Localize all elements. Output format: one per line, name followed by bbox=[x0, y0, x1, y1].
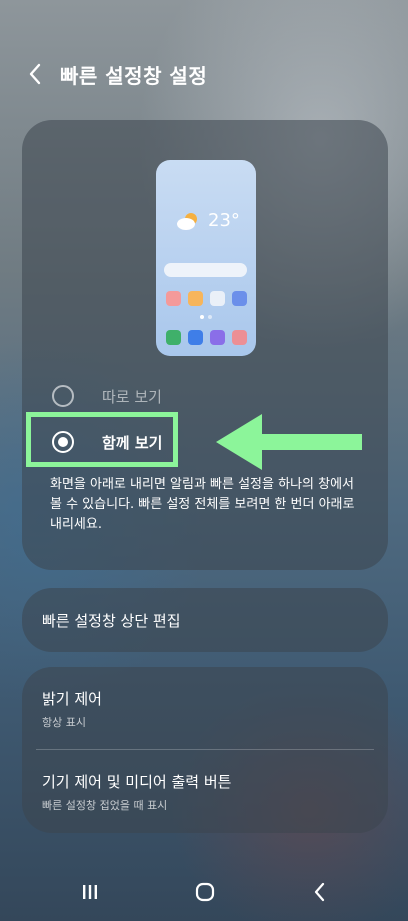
app-icon bbox=[188, 291, 203, 306]
app-icon bbox=[232, 330, 247, 345]
edit-top-panel-row[interactable]: 빠른 설정창 상단 편집 bbox=[22, 588, 388, 652]
app-icon bbox=[166, 330, 181, 345]
back-button[interactable] bbox=[28, 56, 54, 92]
search-bar-preview bbox=[164, 263, 247, 277]
back-icon bbox=[314, 882, 325, 902]
preview-image: 23° bbox=[156, 160, 256, 356]
page-indicator bbox=[208, 315, 212, 319]
back-nav-button[interactable] bbox=[300, 872, 340, 912]
option-together[interactable]: 함께 보기 bbox=[52, 431, 162, 453]
description-text: 화면을 아래로 내리면 알림과 빠른 설정을 하나의 창에서 볼 수 있습니다.… bbox=[50, 477, 355, 532]
divider bbox=[36, 749, 374, 750]
sun-cloud-icon bbox=[177, 212, 197, 230]
device-media-title: 기기 제어 및 미디어 출력 버튼 bbox=[42, 773, 232, 791]
app-icon bbox=[188, 330, 203, 345]
controls-card: 밝기 제어 항상 표시 기기 제어 및 미디어 출력 버튼 빠른 설정창 접었을… bbox=[22, 667, 388, 833]
device-media-subtitle: 빠른 설정창 접었을 때 표시 bbox=[42, 799, 168, 812]
option-separate[interactable]: 따로 보기 bbox=[52, 385, 162, 407]
chevron-left-icon bbox=[29, 63, 41, 85]
edit-top-panel-label: 빠른 설정창 상단 편집 bbox=[42, 611, 181, 630]
app-icon bbox=[210, 291, 225, 306]
navigation-bar bbox=[0, 872, 408, 912]
brightness-control-row[interactable]: 밝기 제어 항상 표시 bbox=[42, 688, 102, 730]
app-icon bbox=[210, 330, 225, 345]
app-icon bbox=[232, 291, 247, 306]
app-icon bbox=[166, 291, 181, 306]
option-separate-label: 따로 보기 bbox=[102, 387, 162, 406]
radio-separate[interactable] bbox=[52, 385, 74, 407]
recents-icon bbox=[83, 885, 97, 899]
temperature: 23° bbox=[208, 210, 240, 231]
view-mode-card: 23° 따로 보기 함께 보기 화면을 아래로 내리면 알림과 빠른 설정을 하… bbox=[22, 120, 388, 570]
radio-together[interactable] bbox=[52, 431, 74, 453]
brightness-title: 밝기 제어 bbox=[42, 690, 102, 708]
page-indicator bbox=[200, 315, 204, 319]
device-media-row[interactable]: 기기 제어 및 미디어 출력 버튼 빠른 설정창 접었을 때 표시 bbox=[42, 771, 231, 813]
brightness-subtitle: 항상 표시 bbox=[42, 716, 86, 729]
home-button[interactable] bbox=[185, 872, 225, 912]
recents-button[interactable] bbox=[70, 872, 110, 912]
weather-widget: 23° bbox=[176, 210, 240, 231]
option-together-label: 함께 보기 bbox=[102, 433, 163, 452]
page-title: 빠른 설정창 설정 bbox=[60, 63, 208, 88]
annotation-arrow bbox=[216, 414, 362, 470]
home-icon bbox=[195, 882, 215, 902]
header: 빠른 설정창 설정 bbox=[28, 56, 207, 92]
